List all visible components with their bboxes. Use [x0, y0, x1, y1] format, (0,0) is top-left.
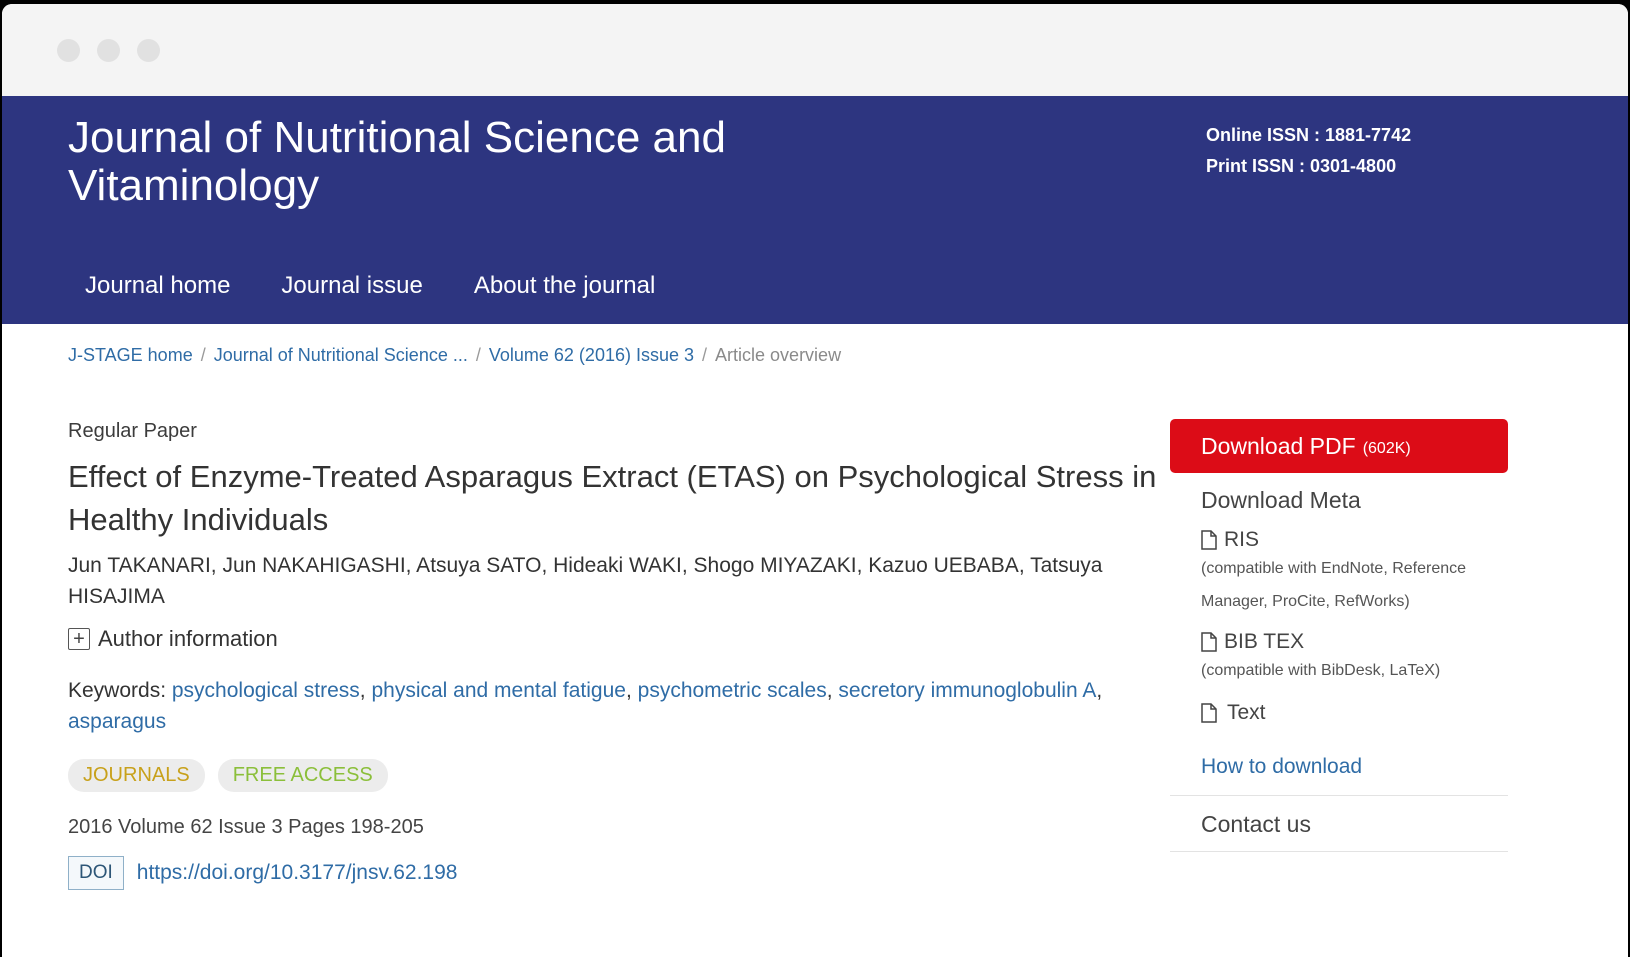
document-icon [1201, 632, 1217, 652]
journal-title[interactable]: Journal of Nutritional Science and Vitam… [68, 114, 788, 210]
ris-note: (compatible with EndNote, Reference Mana… [1201, 560, 1467, 610]
keyword-link[interactable]: secretory immunoglobulin A [838, 679, 1096, 702]
nav-journal-issue[interactable]: Journal issue [281, 272, 422, 300]
document-icon [1201, 530, 1217, 550]
nav-about-journal[interactable]: About the journal [474, 272, 655, 300]
download-meta-title: Download Meta [1201, 487, 1361, 513]
author-information-label: Author information [98, 626, 278, 651]
nav-journal-home[interactable]: Journal home [85, 272, 230, 300]
sidebar-divider [1170, 851, 1508, 852]
window-titlebar [2, 4, 1628, 96]
breadcrumb-current: Article overview [715, 345, 842, 365]
volume-info: 2016 Volume 62 Issue 3 Pages 198-205 [68, 816, 424, 838]
breadcrumb-separator: / [200, 345, 206, 365]
doi-label: DOI [68, 856, 124, 890]
print-issn: Print ISSN : 0301-4800 [1206, 156, 1397, 176]
journal-header: Journal of Nutritional Science and Vitam… [2, 96, 1628, 324]
bibtex-note: (compatible with BibDesk, LaTeX) [1201, 662, 1441, 679]
ris-download[interactable]: RIS [1201, 528, 1508, 552]
access-badges: JOURNALS FREE ACCESS [68, 759, 1168, 792]
download-meta-section: Download Meta RIS (compatible with EndNo… [1170, 487, 1508, 779]
breadcrumb-journal[interactable]: Journal of Nutritional Science ... [214, 345, 468, 366]
breadcrumb-separator: / [702, 345, 708, 365]
article-type: Regular Paper [68, 420, 197, 442]
keywords: Keywords: psychological stress, physical… [68, 679, 1103, 733]
doi-link[interactable]: https://doi.org/10.3177/jnsv.62.198 [137, 861, 458, 885]
article-main: Regular Paper Effect of Enzyme-Treated A… [68, 420, 1168, 890]
keyword-link[interactable]: asparagus [68, 710, 166, 733]
window-close-dot[interactable] [57, 38, 80, 62]
keyword-link[interactable]: physical and mental fatigue [371, 679, 626, 702]
issn-block: Online ISSN : 1881-7742 Print ISSN : 030… [1206, 120, 1411, 182]
article-sidebar: Download PDF (602K) Download Meta RIS (c… [1170, 419, 1508, 852]
keyword-link[interactable]: psychological stress [172, 679, 360, 702]
ris-label: RIS [1224, 528, 1260, 551]
bibtex-download[interactable]: BIB TEX [1201, 630, 1508, 654]
how-to-download-link[interactable]: How to download [1201, 755, 1508, 779]
breadcrumb-volume[interactable]: Volume 62 (2016) Issue 3 [489, 345, 694, 366]
keyword-link[interactable]: psychometric scales [638, 679, 827, 702]
article-authors: Jun TAKANARI, Jun NAKAHIGASHI, Atsuya SA… [68, 554, 1103, 608]
download-pdf-button[interactable]: Download PDF (602K) [1170, 419, 1508, 473]
article-title: Effect of Enzyme-Treated Asparagus Extra… [68, 459, 1157, 537]
keywords-label: Keywords: [68, 679, 172, 702]
window-minimize-dot[interactable] [97, 38, 120, 62]
document-icon [1201, 703, 1217, 723]
browser-window: Journal of Nutritional Science and Vitam… [2, 4, 1628, 957]
journals-badge: JOURNALS [68, 759, 205, 792]
breadcrumb-separator: / [475, 345, 481, 365]
journal-nav: Journal home Journal issue About the jou… [85, 272, 655, 300]
download-pdf-label: Download PDF [1201, 432, 1356, 459]
breadcrumb-jstage-home[interactable]: J-STAGE home [68, 345, 193, 366]
author-information-toggle[interactable]: + Author information [68, 626, 1168, 652]
bibtex-label: BIB TEX [1224, 630, 1305, 653]
plus-box-icon: + [68, 628, 90, 650]
doi-row: DOI https://doi.org/10.3177/jnsv.62.198 [68, 856, 1168, 890]
free-access-badge: FREE ACCESS [217, 759, 388, 792]
pdf-size: (602K) [1362, 439, 1411, 457]
text-label: Text [1227, 701, 1266, 724]
breadcrumb: J-STAGE home / Journal of Nutritional Sc… [68, 345, 841, 366]
online-issn: Online ISSN : 1881-7742 [1206, 125, 1412, 145]
window-maximize-dot[interactable] [137, 38, 160, 62]
contact-us-link[interactable]: Contact us [1170, 796, 1508, 851]
text-download[interactable]: Text [1201, 701, 1508, 725]
